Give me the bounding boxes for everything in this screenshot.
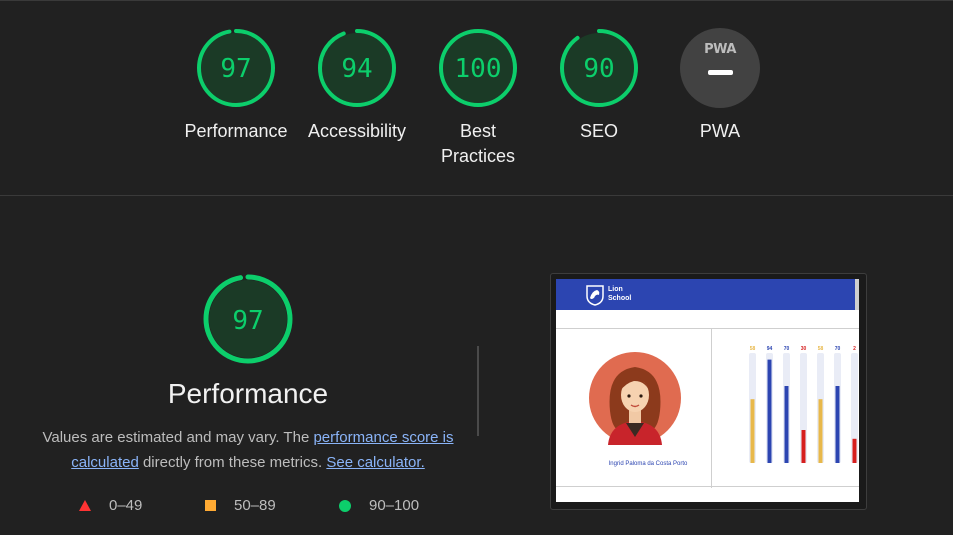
lion-shield-icon <box>586 285 604 306</box>
performance-gauge-ring: 97 <box>197 29 275 107</box>
performance-score: 97 <box>220 54 251 84</box>
pwa-na-dash-icon <box>708 70 733 75</box>
student-avatar <box>589 352 681 445</box>
screenshot-header: Lion School <box>556 279 859 310</box>
pass-circle-icon <box>339 499 351 512</box>
screenshot-brand: Lion School <box>608 285 631 303</box>
section-divider <box>0 195 953 196</box>
gauge-seo[interactable]: 90 SEO <box>539 27 659 144</box>
accessibility-score: 94 <box>341 54 372 84</box>
grade-bar-label: 2 <box>853 346 856 352</box>
average-square-icon <box>205 500 216 511</box>
grade-bar <box>852 438 857 463</box>
best-practices-score: 100 <box>455 54 502 84</box>
grades-bar-chart: 58 94 70 30 58 70 2 <box>749 346 858 463</box>
legend-fail-range: 0–49 <box>109 497 143 514</box>
grade-bar <box>818 399 823 463</box>
performance-detail-score: 97 <box>232 306 263 336</box>
grade-bar <box>750 399 755 463</box>
grade-bar-label: 70 <box>784 346 790 352</box>
screenshot-rule-bottom <box>556 486 859 487</box>
seo-score: 90 <box>583 54 614 84</box>
grade-bar-label: 30 <box>801 346 807 352</box>
pwa-logo-icon: PWA <box>704 42 736 57</box>
accessibility-label: Accessibility <box>307 121 407 141</box>
seo-label: SEO <box>579 121 618 141</box>
grade-bar <box>801 430 806 463</box>
top-divider <box>0 0 953 1</box>
performance-detail-ring: 97 <box>203 274 293 364</box>
grade-bar <box>767 359 772 463</box>
student-name: Ingrid Paloma da Costa Porto <box>608 461 688 467</box>
performance-label: Performance <box>184 121 288 141</box>
gauge-accessibility[interactable]: 94 Accessibility <box>297 27 417 144</box>
brand-line-1: Lion <box>608 286 623 293</box>
pwa-badge: PWA <box>680 28 760 108</box>
legend-pass-range: 90–100 <box>369 497 420 514</box>
accessibility-gauge-ring: 94 <box>318 29 396 107</box>
seo-gauge-ring: 90 <box>560 29 638 107</box>
grade-bar <box>784 386 789 463</box>
grade-bar-label: 58 <box>818 346 824 352</box>
vertical-divider <box>477 346 479 436</box>
legend-pass: 90–100 <box>339 497 419 514</box>
desc-prefix: Values are estimated and may vary. The <box>42 429 314 446</box>
fail-triangle-icon <box>79 500 91 511</box>
performance-description: Values are estimated and may vary. The p… <box>38 425 458 475</box>
pwa-label: PWA <box>699 121 741 141</box>
best-practices-label: Best Practices <box>440 121 516 166</box>
grade-bar-label: 70 <box>835 346 841 352</box>
best-practices-gauge-ring: 100 <box>439 29 517 107</box>
legend-fail: 0–49 <box>79 497 142 514</box>
final-screenshot: Lion School Ingrid Paloma da Costa Porto… <box>556 279 859 502</box>
legend-average-range: 50–89 <box>234 497 276 514</box>
screenshot-rule-top <box>556 328 859 329</box>
performance-title: Performance <box>167 378 329 409</box>
gauge-performance[interactable]: 97 Performance <box>176 27 296 144</box>
gauge-pwa[interactable]: PWA PWA <box>660 28 780 144</box>
gauge-best-practices[interactable]: 100 Best Practices <box>418 27 538 169</box>
screenshot-vscroll <box>855 279 859 310</box>
grade-bar-label: 94 <box>767 346 773 352</box>
see-calculator-link[interactable]: See calculator. <box>326 454 424 471</box>
brand-line-2: School <box>608 295 632 302</box>
desc-middle: directly from these metrics. <box>138 454 327 471</box>
performance-detail-gauge: 97 <box>202 273 294 370</box>
legend-average: 50–89 <box>205 497 276 514</box>
grade-bar <box>835 386 840 463</box>
grade-bar-label: 58 <box>750 346 756 352</box>
